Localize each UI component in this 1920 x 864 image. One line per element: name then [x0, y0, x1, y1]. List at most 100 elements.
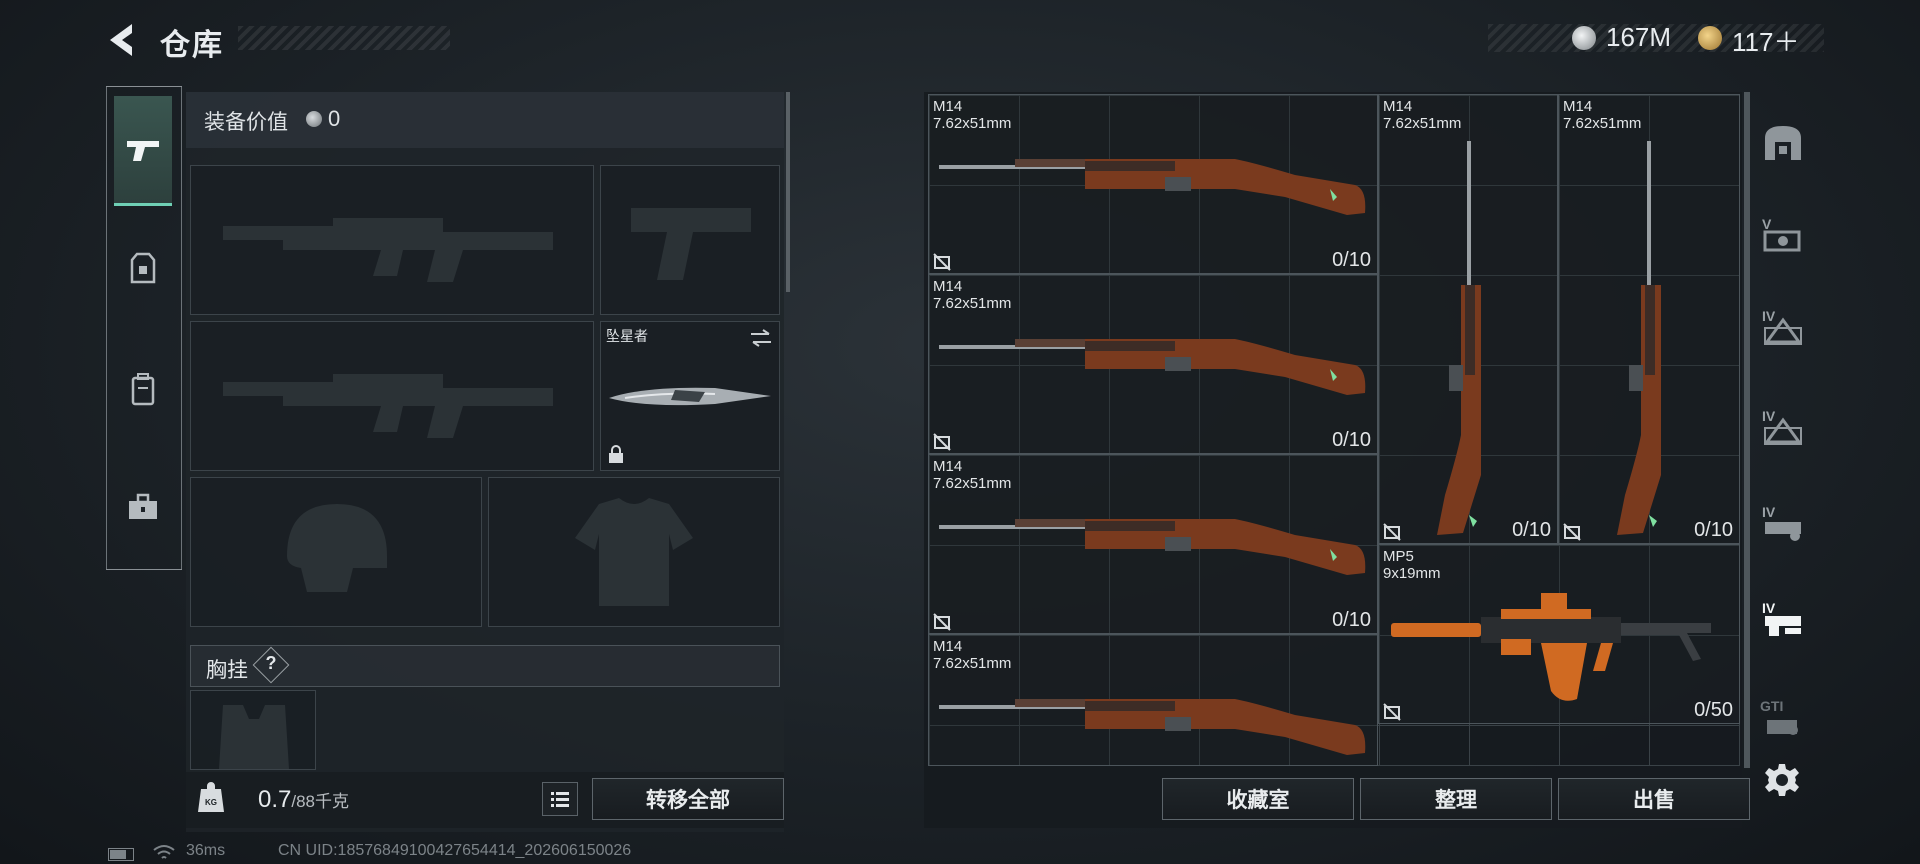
rifle-silhouette-icon [223, 218, 553, 282]
category-label: GTI [1760, 698, 1784, 714]
chest-rig-slot[interactable] [190, 690, 316, 770]
tab-armor[interactable] [114, 214, 172, 324]
m14-rifle-icon [939, 519, 1366, 575]
svg-text:KG: KG [205, 798, 217, 807]
user-uid: CN UID:18576849100427654414_202606150026 [278, 842, 632, 859]
item-durability: 0/10 [1512, 519, 1551, 541]
chest-rig-label: 胸挂 [206, 659, 248, 682]
item-name: M14 [1383, 98, 1413, 115]
helmet-slot[interactable] [190, 477, 482, 627]
carry-weight-current: 0.7 [258, 786, 292, 813]
warehouse-icon [1765, 126, 1801, 160]
category-tier-v[interactable]: V [1758, 206, 1808, 266]
storage-item-m14[interactable]: M14 7.62x51mm 0/10 [928, 454, 1378, 634]
category-tier-iv-b[interactable]: IV [1758, 398, 1808, 458]
m14-rifle-icon [1617, 141, 1661, 535]
item-caliber: 7.62x51mm [933, 115, 1012, 132]
category-label: IV [1762, 600, 1776, 616]
item-name: M14 [933, 98, 963, 115]
helmet-silhouette-icon [287, 504, 387, 592]
page-title: 仓库 [160, 29, 224, 62]
melee-slot[interactable]: 坠星者 [600, 321, 780, 471]
tab-backpack[interactable] [114, 334, 172, 444]
back-button[interactable] [104, 20, 144, 60]
knife-icon [609, 387, 771, 406]
storage-item-m14-vertical[interactable]: M14 7.62x51mm 0/10 [1558, 94, 1740, 544]
category-all[interactable] [1758, 112, 1808, 172]
collection-room-button[interactable]: 收藏室 [1162, 778, 1354, 820]
storage-item-mp5[interactable]: MP5 9x19mm 0/50 [1378, 544, 1740, 724]
gold-currency-amount[interactable]: 117＋ [1732, 22, 1799, 59]
tab-toolbox[interactable] [114, 452, 172, 562]
item-name: M14 [933, 458, 963, 475]
body-armor-slot[interactable] [488, 477, 780, 627]
weight-kg-icon: KG [198, 782, 224, 812]
item-caliber: 7.62x51mm [933, 295, 1012, 312]
sell-button[interactable]: 出售 [1558, 778, 1750, 820]
category-tier-iv-d-active[interactable]: IV [1758, 590, 1808, 650]
battery-icon [108, 848, 134, 861]
storage-item-m14-vertical[interactable]: M14 7.62x51mm 0/10 [1378, 94, 1558, 544]
category-label: IV [1762, 408, 1776, 424]
armor-vest-icon [130, 252, 156, 284]
item-name: M14 [1563, 98, 1593, 115]
wifi-icon [153, 845, 175, 859]
storage-item-m14[interactable]: M14 7.62x51mm [928, 634, 1378, 766]
storage-scrollbar[interactable] [1744, 92, 1750, 768]
item-durability: 0/10 [1332, 609, 1371, 631]
category-tier-iv-a[interactable]: IV [1758, 298, 1808, 358]
swap-icon[interactable] [749, 328, 773, 348]
list-view-button[interactable] [542, 782, 578, 816]
carry-weight: 0.7/88千克 [258, 786, 349, 814]
toolbox-icon [129, 493, 157, 519]
storage-item-m14[interactable]: M14 7.62x51mm 0/10 [928, 94, 1378, 274]
silver-coin-icon [306, 111, 322, 127]
melee-weapon-name: 坠星者 [606, 328, 648, 344]
item-caliber: 7.62x51mm [933, 655, 1012, 672]
carry-weight-max: /88千克 [291, 792, 350, 811]
category-label: V [1762, 216, 1772, 232]
category-tier-iv-c[interactable]: IV [1758, 494, 1808, 554]
list-icon [551, 792, 569, 807]
category-label: IV [1762, 308, 1776, 324]
back-arrow-icon [110, 24, 132, 56]
primary-weapon-slot-2[interactable] [190, 321, 594, 471]
equipment-scrollbar[interactable] [786, 92, 790, 292]
transfer-all-button[interactable]: 转移全部 [592, 778, 784, 820]
not-insured-icon [1383, 703, 1401, 721]
m14-rifle-icon [939, 699, 1366, 755]
silver-coin-icon [1572, 26, 1596, 50]
item-name: M14 [933, 278, 963, 295]
not-insured-icon [933, 253, 951, 271]
m14-rifle-icon [1437, 141, 1481, 535]
item-name: M14 [933, 638, 963, 655]
backpack-icon [131, 373, 155, 406]
tab-weapons[interactable] [114, 96, 172, 206]
storage-item-m14[interactable]: M14 7.62x51mm 0/10 [928, 274, 1378, 454]
sort-button[interactable]: 整理 [1360, 778, 1552, 820]
item-name: MP5 [1383, 548, 1414, 565]
not-insured-icon [933, 433, 951, 451]
pistol-silhouette-icon [631, 208, 751, 280]
category-gti[interactable]: GTI [1758, 690, 1808, 750]
not-insured-icon [1563, 523, 1581, 541]
mp5-smg-icon [1391, 593, 1711, 701]
item-durability: 0/10 [1694, 519, 1733, 541]
not-insured-icon [1383, 523, 1401, 541]
gear-icon [1765, 764, 1799, 796]
pistol-icon [127, 140, 159, 161]
chest-rig-silhouette-icon [219, 705, 289, 769]
category-label: IV [1762, 504, 1776, 520]
armor-silhouette-icon [575, 498, 693, 606]
settings-button[interactable] [1764, 762, 1800, 798]
not-insured-icon [933, 613, 951, 631]
silver-currency-amount: 167M [1606, 22, 1672, 52]
lock-icon [609, 445, 623, 463]
gold-coin-icon [1698, 26, 1722, 50]
item-caliber: 7.62x51mm [933, 475, 1012, 492]
primary-weapon-slot-1[interactable] [190, 165, 594, 315]
rifle-silhouette-icon [223, 374, 553, 438]
pistol-slot[interactable] [600, 165, 780, 315]
equipment-value-label: 装备价值 [204, 111, 288, 134]
m14-rifle-icon [939, 159, 1366, 215]
